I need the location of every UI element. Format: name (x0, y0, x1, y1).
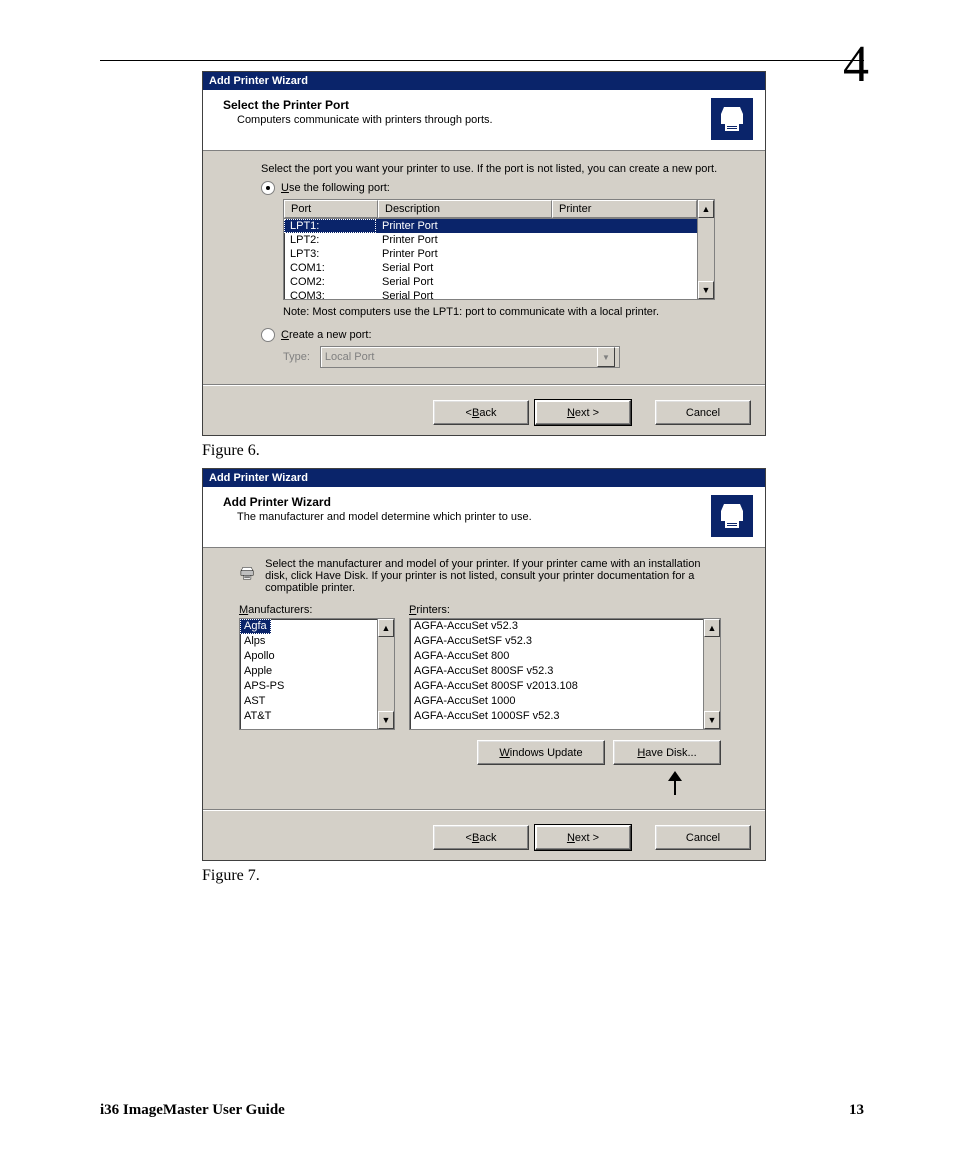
list-item[interactable]: Apollo (240, 649, 378, 664)
port-row[interactable]: LPT3:Printer Port (284, 247, 697, 261)
figure-6-label: Figure 6. (202, 442, 864, 460)
col-printer[interactable]: Printer (552, 200, 697, 218)
chevron-down-icon: ▼ (597, 347, 615, 367)
list-item[interactable]: Alps (240, 634, 378, 649)
back-button[interactable]: < Back (433, 400, 529, 425)
next-button[interactable]: Next > (535, 825, 631, 850)
titlebar: Add Printer Wizard (203, 469, 765, 487)
cancel-button[interactable]: Cancel (655, 825, 751, 850)
footer-doc-title: i36 ImageMaster User Guide (100, 1102, 285, 1119)
list-item[interactable]: AGFA-AccuSet 1000 (410, 694, 704, 709)
printer-small-icon (239, 558, 255, 588)
port-note: Note: Most computers use the LPT1: port … (283, 306, 735, 318)
titlebar: Add Printer Wizard (203, 72, 765, 90)
figure-7-label: Figure 7. (202, 867, 864, 885)
scroll-up-icon[interactable]: ▲ (698, 200, 714, 218)
printer-icon (711, 495, 753, 537)
scroll-up-icon[interactable]: ▲ (378, 619, 394, 637)
list-item[interactable]: APS-PS (240, 679, 378, 694)
banner-subtitle: Computers communicate with printers thro… (237, 114, 711, 126)
list-item[interactable]: Apple (240, 664, 378, 679)
list-item[interactable]: AGFA-AccuSet 800SF v52.3 (410, 664, 704, 679)
scroll-up-icon[interactable]: ▲ (704, 619, 720, 637)
printer-icon (711, 98, 753, 140)
list-item[interactable]: AGFA-AccuSet 800 (410, 649, 704, 664)
wizard-banner: Add Printer Wizard The manufacturer and … (203, 487, 765, 548)
model-instruction: Select the manufacturer and model of you… (265, 558, 721, 594)
wizard-banner: Select the Printer Port Computers commun… (203, 90, 765, 151)
scrollbar[interactable]: ▲ ▼ (703, 619, 720, 729)
manufacturers-list[interactable]: Agfa Alps Apollo Apple APS-PS AST AT&T ▲… (239, 618, 395, 730)
have-disk-button[interactable]: Have Disk... (613, 740, 721, 765)
back-button[interactable]: < Back (433, 825, 529, 850)
wizard-select-model: Add Printer Wizard Add Printer Wizard Th… (202, 468, 766, 861)
cancel-button[interactable]: Cancel (655, 400, 751, 425)
radio-create-port-label: Create a new port: (281, 329, 372, 341)
port-row[interactable]: COM2:Serial Port (284, 275, 697, 289)
printers-list[interactable]: AGFA-AccuSet v52.3 AGFA-AccuSetSF v52.3 … (409, 618, 721, 730)
list-item[interactable]: AST (240, 694, 378, 709)
list-item[interactable]: AGFA-AccuSetSF v52.3 (410, 634, 704, 649)
port-row[interactable]: LPT2:Printer Port (284, 233, 697, 247)
col-description[interactable]: Description (378, 200, 552, 218)
list-item[interactable]: AGFA-AccuSet 800SF v2013.108 (410, 679, 704, 694)
annotation-arrow-icon (665, 771, 685, 795)
col-port[interactable]: Port (284, 200, 378, 218)
port-row[interactable]: COM3:Serial Port (284, 289, 697, 299)
list-item[interactable]: AGFA-AccuSet v52.3 (410, 619, 704, 634)
port-list-header: Port Description Printer (284, 200, 697, 219)
banner-subtitle: The manufacturer and model determine whi… (237, 511, 711, 523)
next-button[interactable]: Next > (535, 400, 631, 425)
radio-create-port[interactable] (261, 328, 275, 342)
windows-update-button[interactable]: Windows Update (477, 740, 605, 765)
port-list[interactable]: Port Description Printer LPT1:Printer Po… (283, 199, 715, 300)
scroll-down-icon[interactable]: ▼ (704, 711, 720, 729)
radio-use-port[interactable] (261, 181, 275, 195)
scrollbar[interactable]: ▲ ▼ (697, 200, 714, 299)
manufacturers-label: Manufacturers: (239, 604, 395, 616)
scrollbar[interactable]: ▲ ▼ (377, 619, 394, 729)
header-rule (100, 60, 864, 61)
banner-title: Select the Printer Port (223, 98, 711, 112)
list-item[interactable]: AGFA-AccuSet 1000SF v52.3 (410, 709, 704, 724)
type-label: Type: (283, 351, 310, 363)
list-item[interactable]: AT&T (240, 709, 378, 724)
chapter-number: 4 (843, 35, 869, 94)
instruction-text: Select the port you want your printer to… (261, 163, 735, 175)
footer-page-number: 13 (849, 1102, 864, 1119)
banner-title: Add Printer Wizard (223, 495, 711, 509)
scroll-down-icon[interactable]: ▼ (378, 711, 394, 729)
radio-use-port-label: Use the following port: (281, 182, 390, 194)
list-item[interactable]: Agfa (240, 619, 271, 634)
port-type-combo: Local Port ▼ (320, 346, 620, 368)
wizard-select-port: Add Printer Wizard Select the Printer Po… (202, 71, 766, 436)
port-row[interactable]: COM1:Serial Port (284, 261, 697, 275)
port-row[interactable]: LPT1:Printer Port (284, 219, 697, 233)
printers-label: Printers: (409, 604, 721, 616)
scroll-down-icon[interactable]: ▼ (698, 281, 714, 299)
